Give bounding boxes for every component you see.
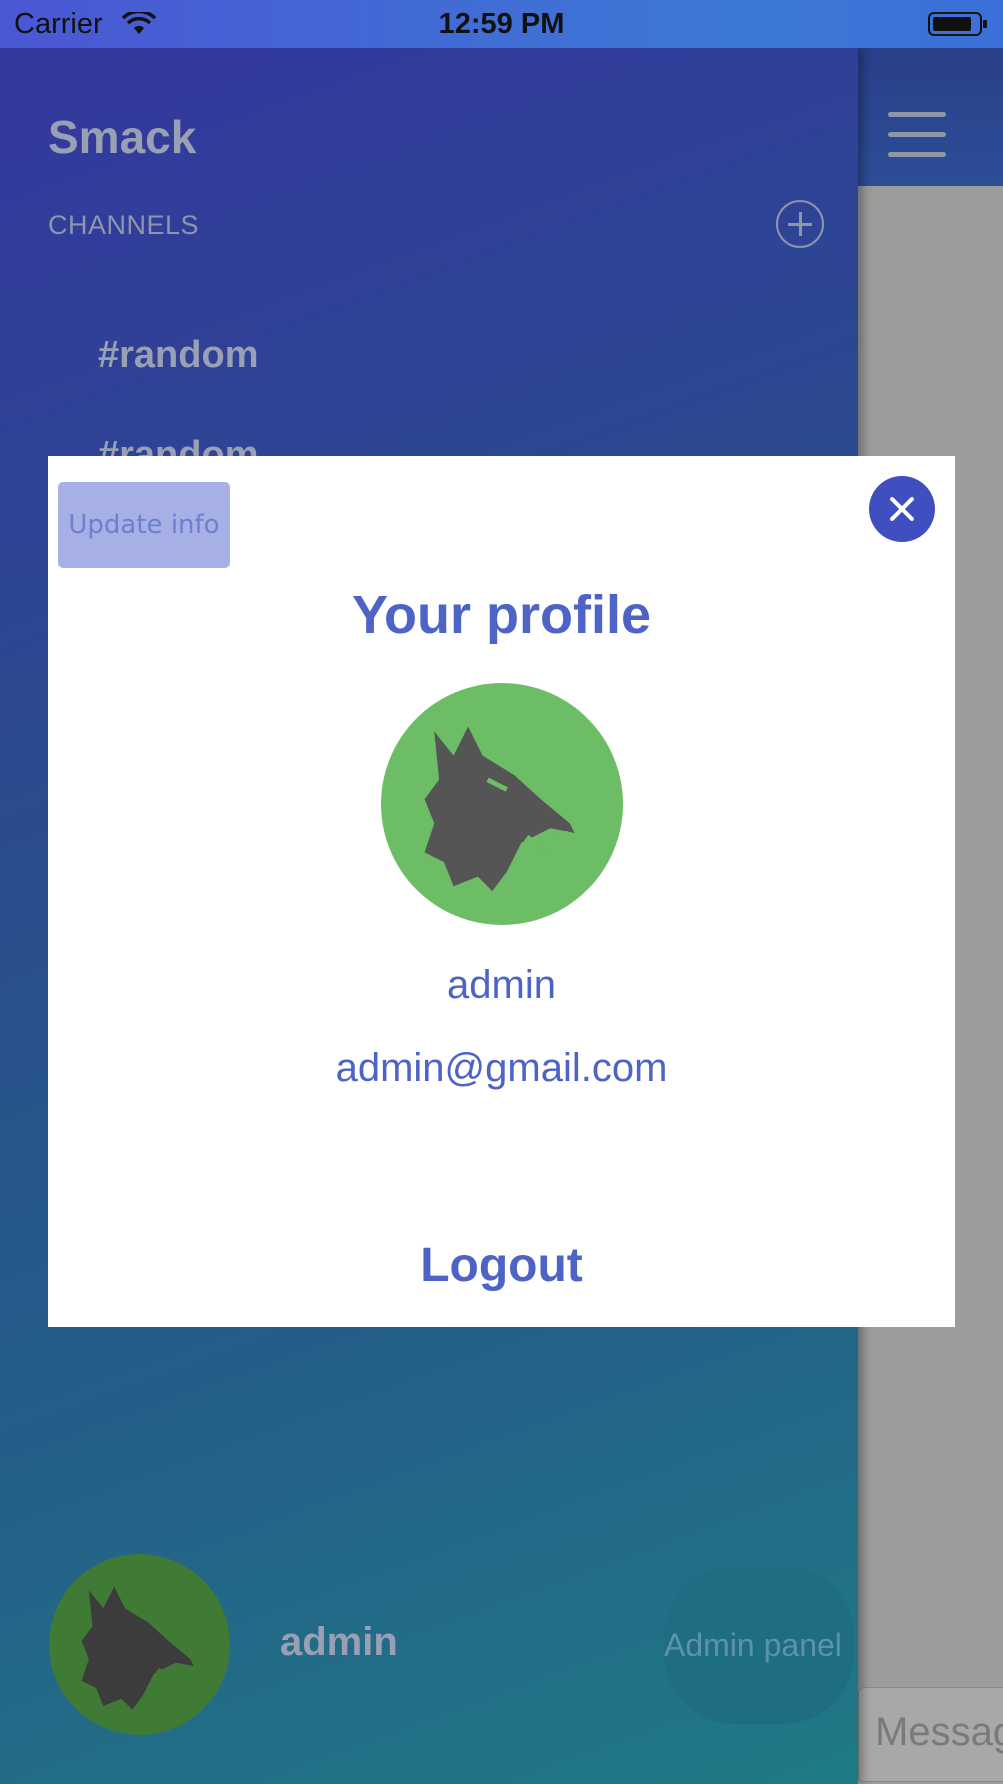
channel-item[interactable]: #random <box>98 334 258 377</box>
logout-button[interactable]: Logout <box>48 1238 955 1293</box>
clock: 12:59 PM <box>438 8 565 40</box>
wolf-icon <box>424 726 575 892</box>
profile-modal: Update info Your profile admin admin@gma… <box>48 456 955 1327</box>
channels-label: CHANNELS <box>48 210 200 240</box>
admin-panel-button[interactable]: Admin panel <box>664 1566 854 1724</box>
message-placeholder: Message <box>875 1710 1003 1754</box>
profile-email: admin@gmail.com <box>335 1046 668 1090</box>
close-icon[interactable] <box>869 476 935 542</box>
add-channel-icon[interactable] <box>776 200 824 248</box>
user-name: admin <box>280 1620 398 1664</box>
wolf-icon <box>81 1586 194 1710</box>
avatar[interactable] <box>49 1554 230 1735</box>
menu-icon[interactable] <box>888 112 946 172</box>
battery-icon <box>928 12 987 36</box>
update-info-button[interactable]: Update info <box>58 482 230 568</box>
main-header <box>858 48 1003 186</box>
app-title: Smack <box>48 111 197 163</box>
modal-title: Your profile <box>351 585 651 645</box>
message-input[interactable]: Message <box>858 1687 1003 1782</box>
admin-panel-label: Admin panel <box>664 1627 842 1663</box>
profile-username: admin <box>447 963 556 1007</box>
status-bar: Carrier 12:59 PM <box>0 0 1003 48</box>
profile-avatar <box>381 683 623 925</box>
